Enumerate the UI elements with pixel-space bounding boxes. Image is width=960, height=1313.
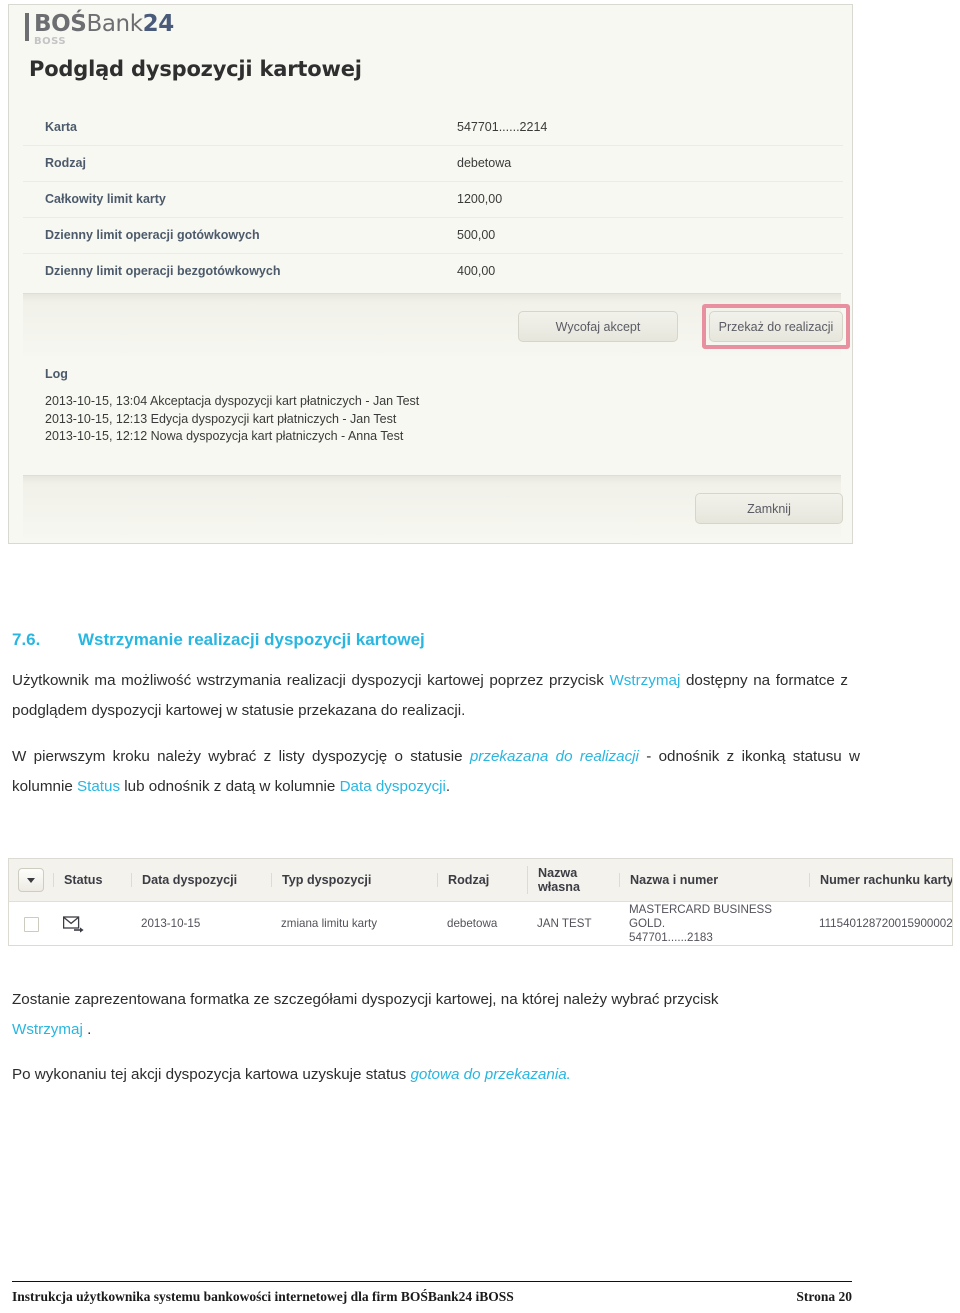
link-data-dyspozycji-column[interactable]: Data dyspozycji [340, 778, 446, 795]
document-body-lower: Zostanie zaprezentowana formatka ze szcz… [0, 975, 960, 1105]
cell-line2: 547701......2183 [629, 931, 713, 944]
log-label: Log [45, 367, 68, 381]
text-run: Zostanie zaprezentowana formatka ze szcz… [12, 991, 719, 1008]
withdraw-accept-button[interactable]: Wycofaj akcept [518, 311, 678, 342]
logo-24: 24 [142, 11, 175, 37]
detail-value: debetowa [435, 144, 843, 181]
app-screenshot-panel: BOŚBank24 BOSS Podgląd dyspozycji kartow… [8, 4, 853, 544]
chevron-down-icon [27, 877, 35, 883]
logo-bar [25, 13, 29, 41]
close-button-bar: Zamknij [23, 475, 843, 538]
detail-label: Karta [45, 119, 77, 134]
logo-bos: BOŚ [34, 11, 87, 37]
column-header-line1: Nazwa [538, 866, 578, 880]
table-row: Rodzaj debetowa [23, 144, 843, 181]
footer-left-text: Instrukcja użytkownika systemu bankowośc… [12, 1289, 514, 1304]
emphasis-status-2: gotowa do przekazania. [410, 1066, 571, 1084]
table-row: Karta 547701......2214 [23, 109, 843, 145]
text-run: lub odnośnik z datą w kolumnie [120, 778, 340, 795]
table-row: 2013-10-15 zmiana limitu karty debetowa … [9, 902, 953, 945]
column-header-line2: własna [538, 880, 580, 894]
document-body: 7.6. Wstrzymanie realizacji dyspozycji k… [0, 630, 960, 817]
row-checkbox[interactable] [23, 916, 39, 932]
cell-nazwa-i-numer: MASTERCARD BUSINESS GOLD. 547701......21… [619, 903, 809, 945]
paragraph-1: Użytkownik ma możliwość wstrzymania real… [0, 666, 960, 726]
link-status-column[interactable]: Status [77, 778, 120, 795]
logo-wordmark: BOŚBank24 [34, 13, 174, 36]
cell-data-dyspozycji[interactable]: 2013-10-15 [131, 917, 271, 931]
page-footer: Instrukcja użytkownika systemu bankowośc… [12, 1281, 852, 1305]
log-entries: 2013-10-15, 13:04 Akceptacja dyspozycji … [45, 393, 419, 446]
column-header-rodzaj[interactable]: Rodzaj [437, 873, 527, 887]
text-run: . [445, 778, 451, 795]
list-item: 2013-10-15, 13:04 Akceptacja dyspozycji … [45, 394, 420, 408]
text-run: W pierwszym kroku należy wybrać z listy … [12, 748, 470, 765]
section-title: Wstrzymanie realizacji dyspozycji kartow… [78, 630, 425, 649]
page-title: Podgląd dyspozycji kartowej [29, 57, 362, 81]
detail-value: 500,00 [435, 216, 843, 253]
detail-label: Całkowity limit karty [23, 180, 435, 217]
emphasis-status: przekazana do realizacji [469, 748, 639, 765]
action-button-bar: Wycofaj akcept Przekaż do realizacji [23, 293, 850, 356]
detail-value: 547701......2214 [457, 119, 548, 134]
cell-nazwa-wlasna: JAN TEST [537, 917, 592, 930]
paragraph-3: Zostanie zaprezentowana formatka ze szcz… [0, 985, 960, 1045]
close-button[interactable]: Zamknij [695, 493, 843, 524]
link-wstrzymaj-2[interactable]: Wstrzymaj [12, 1021, 83, 1038]
section-number: 7.6. [12, 630, 41, 649]
detail-value: 400,00 [435, 252, 843, 289]
paragraph-2: W pierwszym kroku należy wybrać z listy … [0, 742, 960, 802]
link-wstrzymaj[interactable]: Wstrzymaj [609, 672, 680, 689]
column-header-data-dyspozycji[interactable]: Data dyspozycji [131, 873, 271, 887]
paragraph-4: Po wykonaniu tej akcji dyspozycja kartow… [0, 1060, 960, 1090]
text-run: Po wykonaniu tej akcji dyspozycja kartow… [12, 1066, 411, 1084]
cell-line1: MASTERCARD BUSINESS GOLD. [629, 903, 773, 930]
section-heading: 7.6. Wstrzymanie realizacji dyspozycji k… [0, 630, 960, 650]
select-all-dropdown[interactable] [18, 868, 44, 892]
status-cell[interactable] [53, 915, 131, 933]
highlight-annotation-box [702, 304, 850, 349]
detail-label: Dzienny limit operacji bezgotówkowych [23, 252, 435, 289]
cell-typ-dyspozycji: zmiana limitu karty [281, 917, 377, 930]
table-header-row: Status Data dyspozycji Typ dyspozycji Ro… [9, 859, 952, 902]
table-row: Całkowity limit karty 1200,00 [23, 180, 843, 217]
text-run: . [82, 1021, 92, 1038]
bosbank24-logo: BOŚBank24 BOSS [25, 13, 174, 47]
cell-rodzaj: debetowa [447, 917, 498, 930]
table-row: Dzienny limit operacji gotówkowych 500,0… [23, 216, 843, 253]
list-item: 2013-10-15, 12:12 Nowa dyspozycja kart p… [45, 429, 404, 443]
column-header-status[interactable]: Status [53, 873, 131, 887]
column-header-nazwa-wlasna[interactable]: Nazwa własna [527, 866, 619, 894]
column-header-typ-dyspozycji[interactable]: Typ dyspozycji [271, 873, 437, 887]
text-run: Użytkownik ma możliwość wstrzymania real… [12, 672, 610, 689]
detail-label: Dzienny limit operacji gotówkowych [23, 216, 435, 253]
cell-numer-rachunku-karty: 11154012872001590000200001 [819, 917, 953, 930]
disposition-list-screenshot: Status Data dyspozycji Typ dyspozycji Ro… [8, 858, 953, 946]
footer-page-number: Strona 20 [796, 1289, 852, 1304]
column-header-numer-rachunku-karty[interactable]: Numer rachunku karty [809, 873, 952, 887]
list-item: 2013-10-15, 12:13 Edycja dyspozycji kart… [45, 411, 397, 426]
row-select-cell [9, 916, 53, 932]
detail-label: Rodzaj [23, 144, 435, 181]
table-row: Dzienny limit operacji bezgotówkowych 40… [23, 252, 843, 289]
logo-text: BOŚBank24 BOSS [34, 13, 174, 47]
column-header-nazwa-i-numer[interactable]: Nazwa i numer [619, 873, 809, 887]
logo-subtitle: BOSS [34, 36, 67, 47]
envelope-sent-icon [63, 915, 84, 933]
logo-bank: Bank [86, 11, 143, 37]
card-details-table: Karta 547701......2214 Rodzaj debetowa C… [23, 109, 843, 289]
select-all-cell [9, 868, 53, 892]
detail-value: 1200,00 [435, 180, 843, 217]
